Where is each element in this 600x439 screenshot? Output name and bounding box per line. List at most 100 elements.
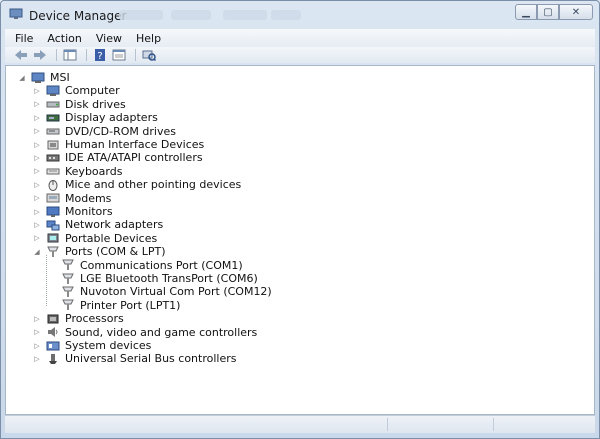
tree-item-label: Mice and other pointing devices [65,178,242,192]
computer-icon [46,85,60,96]
tree-category[interactable]: ▷ Disk drives [33,97,126,111]
title-bar-reflection [223,10,267,20]
tree-category[interactable]: ▷ Keyboards [33,165,122,178]
tree-category[interactable]: ▷ Modems [33,192,111,205]
help-icon: ? [95,49,105,61]
collapse-arrow-icon[interactable]: ◢ [18,74,26,82]
tree-item-label: Communications Port (COM1) [80,258,243,272]
close-button[interactable]: ✕ [559,4,593,20]
tree-item-label: Keyboards [65,164,123,178]
tree-category[interactable]: ▷ Computer [33,84,120,98]
status-segment [493,418,494,431]
tree-category[interactable]: ◢ Ports (COM & LPT) [33,245,166,259]
tree-item-label: Processors [65,312,124,326]
tree-category[interactable]: ▷ Human Interface Devices [33,138,204,151]
tree-item-label: LGE Bluetooth TransPort (COM6) [80,272,258,285]
maximize-icon: ▢ [543,6,553,18]
expand-arrow-icon[interactable]: ▷ [33,328,41,336]
menu-action[interactable]: Action [47,32,81,45]
expand-arrow-icon[interactable]: ▷ [33,208,41,216]
mouse-icon [48,179,58,191]
show-hide-console-tree-button[interactable] [62,48,78,62]
tree-category[interactable]: ▷ IDE ATA/ATAPI controllers [33,151,203,165]
tree-device[interactable]: Printer Port (LPT1) [48,299,180,312]
tree-category[interactable]: ▷ Processors [33,312,124,326]
display-adapter-icon [46,114,60,122]
portable-device-icon [47,233,59,243]
tree-item-label: Monitors [65,205,113,218]
tree-category[interactable]: ▷ Display adapters [33,111,158,124]
tree-item-label: Universal Serial Bus controllers [65,352,237,366]
close-icon: ✕ [571,6,581,18]
forward-button[interactable] [32,48,48,62]
status-bar [5,415,595,433]
expand-arrow-icon[interactable]: ▷ [33,355,41,363]
expand-arrow-icon[interactable]: ▷ [33,315,41,323]
menu-help[interactable]: Help [136,32,161,45]
sound-icon [48,327,58,338]
minimize-button[interactable]: ▁ [515,4,537,20]
device-tree[interactable]: ◢ MSI ▷ Computer ▷ Disk drives ▷ Display adapte… [5,65,595,415]
minimize-icon: ▁ [522,6,530,18]
tree-connector-line [46,254,47,307]
processor-icon [47,314,59,324]
back-button[interactable] [13,48,29,62]
tree-device[interactable]: Nuvoton Virtual Com Port (COM12) [48,285,272,298]
arrow-left-icon [15,50,27,60]
title-bar[interactable]: Device Manager ▁ ▢ ✕ [1,1,599,29]
arrow-right-icon [34,50,46,60]
keyboard-icon [46,168,60,175]
tree-category[interactable]: ▷ Sound, video and game controllers [33,326,257,339]
expand-arrow-icon[interactable]: ▷ [33,181,41,189]
maximize-button[interactable]: ▢ [537,4,559,20]
tree-category[interactable]: ▷ Universal Serial Bus controllers [33,352,236,365]
expand-arrow-icon[interactable]: ▷ [33,87,41,95]
toolbar: ? [5,47,595,63]
ide-controller-icon [46,154,60,162]
port-icon [62,286,74,297]
tree-item-label: Ports (COM & LPT) [65,245,166,259]
tree-item-label: IDE ATA/ATAPI controllers [65,151,203,165]
scan-hardware-button[interactable] [141,48,157,62]
port-icon [62,299,74,311]
expand-arrow-icon[interactable]: ▷ [33,194,41,202]
expand-arrow-icon[interactable]: ▷ [33,114,41,122]
expand-arrow-icon[interactable]: ▷ [33,342,41,350]
properties-button[interactable] [111,48,127,62]
expand-arrow-icon[interactable]: ▷ [33,127,41,135]
collapse-arrow-icon[interactable]: ◢ [33,248,41,256]
tree-device[interactable]: LGE Bluetooth TransPort (COM6) [48,272,258,285]
tree-item-label: Disk drives [65,97,126,111]
expand-arrow-icon[interactable]: ▷ [33,221,41,229]
tree-item-label: Computer [65,84,120,98]
menu-view[interactable]: View [96,32,122,45]
monitor-icon [46,206,60,217]
expand-arrow-icon[interactable]: ▷ [33,167,41,175]
tree-item-label: Modems [65,191,112,205]
title-bar-reflection [271,10,301,20]
tree-category[interactable]: ▷ System devices [33,339,151,352]
tree-item-label: Sound, video and game controllers [65,325,258,339]
computer-icon [31,72,45,83]
modem-icon [46,193,60,203]
expand-arrow-icon[interactable]: ▷ [33,141,41,149]
tree-category[interactable]: ▷ DVD/CD-ROM drives [33,125,176,138]
tree-category[interactable]: ▷ Monitors [33,205,113,218]
tree-item-label: Printer Port (LPT1) [80,298,181,312]
tree-category[interactable]: ▷ Portable Devices [33,232,157,245]
expand-arrow-icon[interactable]: ▷ [33,234,41,242]
title-bar-reflection [171,10,211,20]
tree-root[interactable]: ◢ MSI [18,71,69,84]
tree-category[interactable]: ▷ Mice and other pointing devices [33,178,241,191]
tree-category[interactable]: ▷ Network adapters [33,218,163,231]
device-manager-window: Device Manager ▁ ▢ ✕ File Action View Help … [0,0,600,439]
help-button[interactable]: ? [92,48,108,62]
expand-arrow-icon[interactable]: ▷ [33,154,41,162]
expand-arrow-icon[interactable]: ▷ [33,100,41,108]
tree-device[interactable]: Communications Port (COM1) [48,259,243,272]
menu-file[interactable]: File [15,32,33,45]
tree-item-label: System devices [65,339,152,352]
tree-item-label: Human Interface Devices [65,138,205,151]
